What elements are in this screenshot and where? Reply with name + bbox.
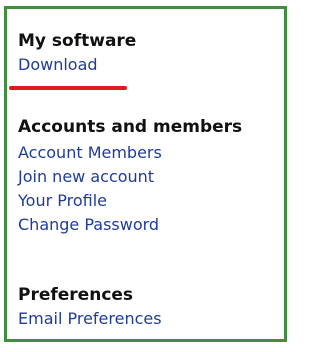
join-new-account-link[interactable]: Join new account (18, 165, 242, 189)
download-highlight-underline (9, 86, 127, 90)
accounts-members-heading: Accounts and members (18, 117, 243, 137)
accounts-members-section: Accounts and members Account Members Joi… (18, 117, 242, 237)
email-preferences-link[interactable]: Email Preferences (18, 307, 162, 331)
preferences-heading: Preferences (18, 285, 134, 305)
download-link[interactable]: Download (18, 53, 136, 77)
your-profile-link[interactable]: Your Profile (18, 189, 242, 213)
my-software-section: My software Download (18, 31, 136, 77)
preferences-section: Preferences Email Preferences (18, 285, 162, 331)
account-menu-panel: My software Download Accounts and member… (4, 6, 287, 342)
account-members-link[interactable]: Account Members (18, 141, 242, 165)
change-password-link[interactable]: Change Password (18, 213, 242, 237)
my-software-heading: My software (18, 31, 137, 51)
